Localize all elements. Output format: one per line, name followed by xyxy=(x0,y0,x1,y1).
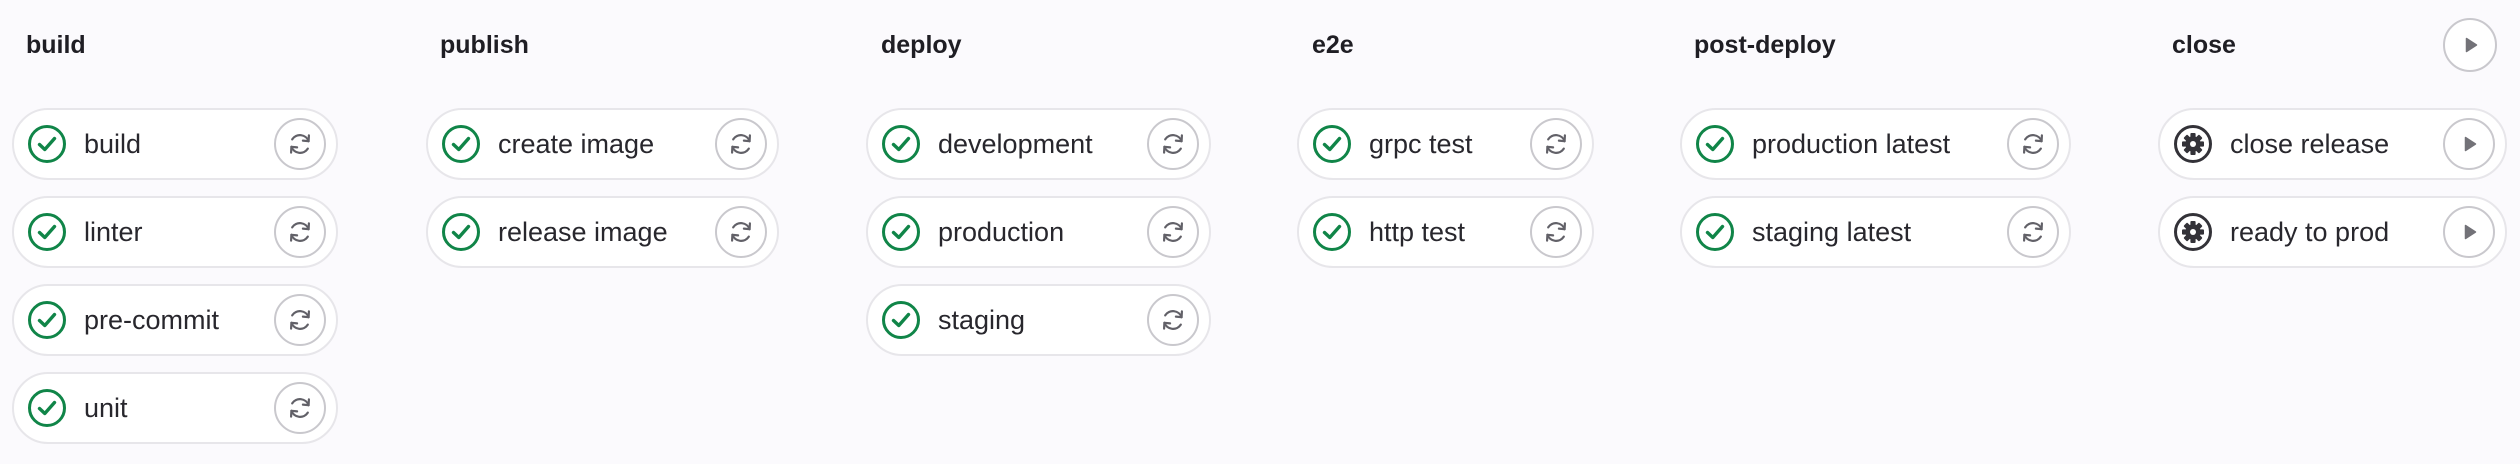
job-name: linter xyxy=(84,217,143,247)
job-name: close release xyxy=(2230,129,2390,159)
retry-button[interactable] xyxy=(1147,294,1199,346)
job-name: http test xyxy=(1369,217,1466,247)
job-development[interactable]: development xyxy=(866,108,1211,180)
status-success-icon xyxy=(27,124,67,164)
job-http-test[interactable]: http test xyxy=(1297,196,1594,268)
job-name: development xyxy=(938,129,1093,159)
retry-button[interactable] xyxy=(715,118,767,170)
status-success-icon xyxy=(881,124,921,164)
job-name: grpc test xyxy=(1369,129,1473,159)
job-staging-latest[interactable]: staging latest xyxy=(1680,196,2071,268)
job-unit[interactable]: unit xyxy=(12,372,338,444)
job-ready-to-prod[interactable]: ready to prod xyxy=(2158,196,2507,268)
pipeline-graph: build build linter pre-commit unit publi… xyxy=(0,0,2520,464)
status-success-icon xyxy=(441,124,481,164)
job-name: staging latest xyxy=(1752,217,1912,247)
status-manual-icon xyxy=(2173,124,2213,164)
retry-button[interactable] xyxy=(274,294,326,346)
job-name: build xyxy=(84,129,142,159)
job-close-release[interactable]: close release xyxy=(2158,108,2507,180)
status-success-icon xyxy=(1695,124,1735,164)
job-name: staging xyxy=(938,305,1026,335)
status-success-icon xyxy=(1695,212,1735,252)
stage-title: e2e xyxy=(1312,30,1354,59)
stage-header: build xyxy=(26,28,86,62)
stage-title: post-deploy xyxy=(1694,30,1836,59)
job-build[interactable]: build xyxy=(12,108,338,180)
status-success-icon xyxy=(1312,212,1352,252)
job-name: unit xyxy=(84,393,128,423)
stage-title: close xyxy=(2172,30,2236,59)
retry-button[interactable] xyxy=(274,206,326,258)
status-success-icon xyxy=(881,212,921,252)
stage-header: post-deploy xyxy=(1694,28,1836,62)
play-button[interactable] xyxy=(2443,118,2495,170)
job-release-image[interactable]: release image xyxy=(426,196,779,268)
retry-button[interactable] xyxy=(1147,206,1199,258)
retry-button[interactable] xyxy=(2007,118,2059,170)
status-success-icon xyxy=(27,300,67,340)
retry-button[interactable] xyxy=(1530,206,1582,258)
play-all-manual-button[interactable] xyxy=(2443,18,2497,72)
job-name: production latest xyxy=(1752,129,1951,159)
retry-button[interactable] xyxy=(1530,118,1582,170)
retry-button[interactable] xyxy=(1147,118,1199,170)
job-staging[interactable]: staging xyxy=(866,284,1211,356)
stage-header: publish xyxy=(440,28,529,62)
retry-button[interactable] xyxy=(274,118,326,170)
play-button[interactable] xyxy=(2443,206,2495,258)
job-production-latest[interactable]: production latest xyxy=(1680,108,2071,180)
status-success-icon xyxy=(1312,124,1352,164)
stage-title: build xyxy=(26,30,86,59)
stage-title: deploy xyxy=(881,30,962,59)
status-success-icon xyxy=(27,388,67,428)
stage-title: publish xyxy=(440,30,529,59)
stage-header: deploy xyxy=(881,28,962,62)
status-success-icon xyxy=(881,300,921,340)
job-name: release image xyxy=(498,217,668,247)
retry-button[interactable] xyxy=(715,206,767,258)
job-name: create image xyxy=(498,129,655,159)
job-create-image[interactable]: create image xyxy=(426,108,779,180)
job-production[interactable]: production xyxy=(866,196,1211,268)
status-success-icon xyxy=(441,212,481,252)
job-name: pre-commit xyxy=(84,305,220,335)
job-grpc-test[interactable]: grpc test xyxy=(1297,108,1594,180)
retry-button[interactable] xyxy=(2007,206,2059,258)
retry-button[interactable] xyxy=(274,382,326,434)
status-manual-icon xyxy=(2173,212,2213,252)
status-success-icon xyxy=(27,212,67,252)
job-pre-commit[interactable]: pre-commit xyxy=(12,284,338,356)
job-name: ready to prod xyxy=(2230,217,2390,247)
job-name: production xyxy=(938,217,1065,247)
stage-header: e2e xyxy=(1312,28,1354,62)
job-linter[interactable]: linter xyxy=(12,196,338,268)
stage-header: close xyxy=(2172,28,2236,62)
